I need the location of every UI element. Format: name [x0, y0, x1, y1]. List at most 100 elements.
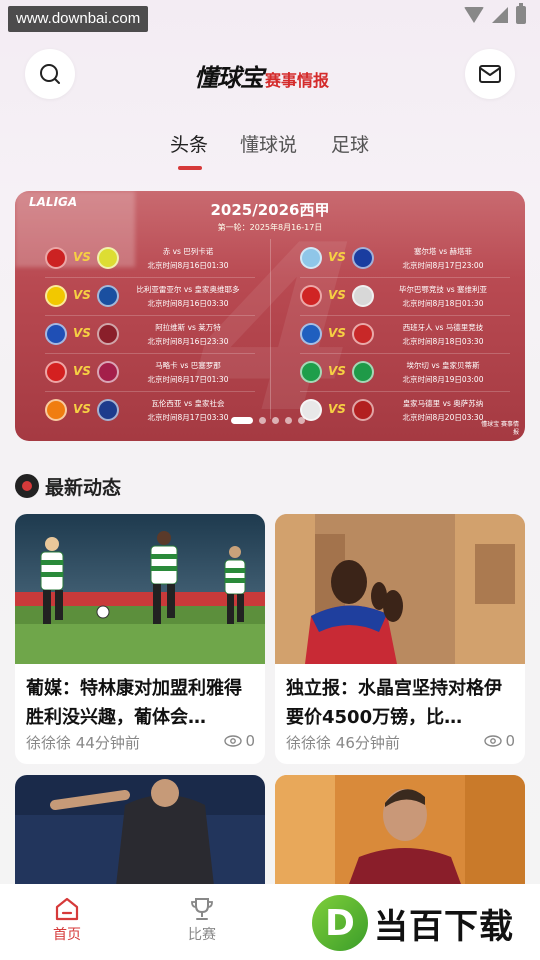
home-team-badge-icon: [45, 323, 67, 345]
away-team-badge-icon: [352, 247, 374, 269]
article-image: [275, 514, 525, 664]
vs-label: VS: [328, 364, 346, 378]
article-card[interactable]: 独立报：水晶宫坚持对格伊要价4500万镑，比… 徐徐徐 46分钟前 0: [275, 514, 525, 764]
fixture-separator: [300, 277, 510, 278]
nav-matches-label: 比赛: [188, 927, 216, 943]
away-team-badge-icon: [97, 285, 119, 307]
home-team-badge-icon: [45, 285, 67, 307]
fixture-row: VS 马略卡 vs 巴塞罗那 北京时间8月17日01:30: [15, 357, 255, 392]
home-team-badge-icon: [45, 247, 67, 269]
wifi-icon: [464, 7, 484, 23]
fixture-teams: 比利亚雷亚尔 vs 皇家奥维耶多: [136, 285, 240, 294]
fixture-separator: [300, 315, 510, 316]
banner-title: 2025/2026西甲: [210, 201, 330, 219]
eye-icon: [224, 735, 243, 747]
article-card[interactable]: 葡媒：特林康对加盟利雅得胜利没兴趣，葡体会… 徐徐徐 44分钟前 0: [15, 514, 265, 764]
battery-icon: [516, 3, 526, 24]
fixture-time: 北京时间8月19日03:00: [402, 375, 484, 384]
fixture-teams: 马略卡 vs 巴塞罗那: [155, 361, 221, 370]
article-author: 徐徐徐: [26, 734, 76, 752]
top-tabs: 头条 懂球说 足球: [0, 130, 540, 174]
article-title[interactable]: 葡媒：特林康对加盟利雅得胜利没兴趣，葡体会…: [26, 674, 258, 732]
away-team-badge-icon: [97, 399, 119, 421]
nav-home[interactable]: 首页: [37, 896, 97, 944]
fixture-row: VS 塞尔塔 vs 赫塔菲北京时间8月17日23:00: [270, 243, 510, 278]
vs-label: VS: [73, 250, 91, 264]
carousel-dot[interactable]: [298, 417, 305, 424]
vs-label: VS: [73, 288, 91, 302]
carousel-dot[interactable]: [285, 417, 292, 424]
carousel-dot[interactable]: [272, 417, 279, 424]
away-team-badge-icon: [97, 361, 119, 383]
home-icon: [55, 897, 79, 921]
tab-headlines[interactable]: 头条: [170, 130, 208, 157]
fixture-time: 北京时间8月18日03:30: [402, 337, 484, 346]
away-team-badge-icon: [352, 285, 374, 307]
away-team-badge-icon: [97, 323, 119, 345]
fixture-separator: [300, 391, 510, 392]
fixture-row: VS 西班牙人 vs 马德里竞技 北京时间8月18日03:30: [270, 319, 510, 354]
home-team-badge-icon: [300, 361, 322, 383]
fixture-row: VS 比利亚雷亚尔 vs 皇家奥维耶多 北京时间8月16日03:30: [15, 281, 255, 316]
section-heading: 最新动态: [15, 472, 121, 500]
article-author: 徐徐徐: [286, 734, 336, 752]
banner-brand: 懂球宝 赛事情报: [481, 421, 519, 436]
article-views: 0: [484, 732, 515, 750]
fixture-time: 北京时间8月17日23:00: [402, 261, 484, 270]
fixture-teams: 瓦伦西亚 vs 皇家社会: [151, 399, 225, 408]
vs-label: VS: [328, 326, 346, 340]
article-meta: 徐徐徐 44分钟前: [26, 732, 140, 753]
logo-main-text: 懂球宝: [194, 63, 264, 92]
fixture-teams: 塞尔塔 vs 赫塔菲: [413, 247, 473, 256]
vs-label: VS: [328, 288, 346, 302]
fixture-time: 北京时间8月17日01:30: [147, 375, 229, 384]
carousel-dot[interactable]: [231, 417, 253, 424]
fixture-row: VS 阿拉维斯 vs 莱万特 北京时间8月16日23:30: [15, 319, 255, 354]
article-image: [15, 775, 265, 895]
article-title[interactable]: 独立报：水晶宫坚持对格伊要价4500万镑，比…: [286, 674, 518, 732]
fixture-row: VS 毕尔巴鄂竞技 vs 塞维利亚 北京时间8月18日01:30: [270, 281, 510, 316]
tab-dongqiu-talk[interactable]: 懂球说: [240, 130, 297, 157]
article-image: [15, 514, 265, 664]
vs-label: VS: [328, 402, 346, 416]
app-header: 懂球宝 赛事情报: [0, 46, 540, 102]
fixture-separator: [45, 277, 255, 278]
fixture-teams: 西班牙人 vs 马德里竞技: [402, 323, 484, 332]
fixture-time: 北京时间8月16日23:30: [147, 337, 229, 346]
fixture-row: VS 赤 vs 巴列卡诺北京时间8月16日01:30: [15, 243, 255, 278]
article-image: [275, 775, 525, 895]
fixture-teams: 埃尔切 vs 皇家贝蒂斯: [406, 361, 480, 370]
vs-label: VS: [73, 402, 91, 416]
search-button[interactable]: [25, 49, 75, 99]
vs-label: VS: [328, 250, 346, 264]
away-team-badge-icon: [97, 247, 119, 269]
messages-button[interactable]: [465, 49, 515, 99]
home-team-badge-icon: [300, 323, 322, 345]
tab-football[interactable]: 足球: [331, 130, 369, 157]
home-team-badge-icon: [300, 247, 322, 269]
site-watermark: www.downbai.com: [8, 6, 149, 32]
banner-subtitle: 第一轮：2025年8月16-17日: [217, 223, 323, 232]
nav-home-label: 首页: [53, 927, 81, 943]
system-icons: [464, 3, 526, 24]
brand-text: 当百下载: [374, 906, 514, 947]
logo-sub-text: 赛事情报: [265, 71, 330, 90]
carousel-dot[interactable]: [259, 417, 266, 424]
fixture-separator: [45, 391, 255, 392]
section-title: 最新动态: [45, 476, 122, 499]
fixture-teams: 赤 vs 巴列卡诺: [162, 247, 214, 256]
brand-logo: D: [312, 895, 368, 951]
fixtures-banner[interactable]: 4 LALIGA 2025/2026西甲 第一轮：2025年8月16-17日 V…: [15, 191, 525, 441]
fixture-row: VS 埃尔切 vs 皇家贝蒂斯 北京时间8月19日03:00: [270, 357, 510, 392]
football-icon: [15, 474, 39, 498]
article-card[interactable]: [275, 775, 525, 895]
fixture-separator: [300, 353, 510, 354]
fixture-time: 北京时间8月16日01:30: [147, 261, 229, 270]
nav-matches[interactable]: 比赛: [172, 896, 232, 944]
carousel-indicator: [231, 417, 305, 424]
signal-icon: [492, 7, 508, 23]
fixture-teams: 皇家马德里 vs 奥萨苏纳: [402, 399, 484, 408]
away-team-badge-icon: [352, 323, 374, 345]
fixture-row: VS 瓦伦西亚 vs 皇家社会 北京时间8月17日03:30: [15, 395, 255, 429]
article-card[interactable]: [15, 775, 265, 895]
